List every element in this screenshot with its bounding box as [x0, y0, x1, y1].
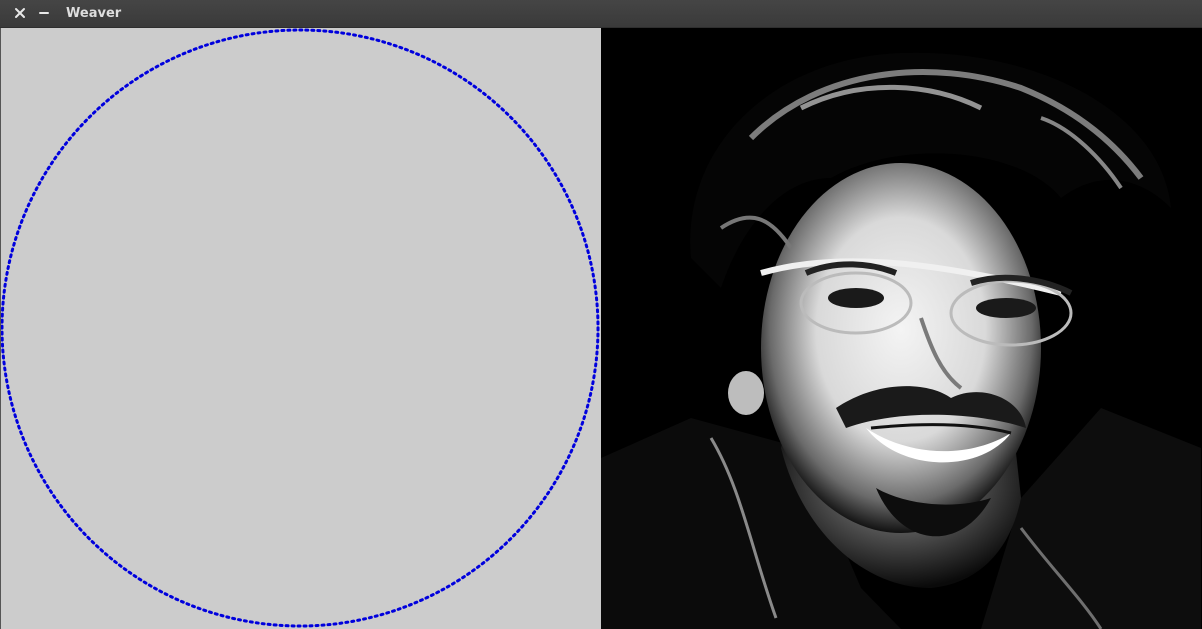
- minimize-icon[interactable]: [36, 5, 52, 21]
- title-bar[interactable]: Weaver: [0, 0, 1202, 28]
- portrait-photo: [601, 28, 1202, 629]
- circle-plot: [1, 28, 600, 628]
- weaving-canvas[interactable]: [0, 28, 601, 629]
- close-icon[interactable]: [12, 5, 28, 21]
- window-title: Weaver: [66, 6, 122, 21]
- app-window: Weaver: [0, 0, 1202, 629]
- dotted-circle: [1, 28, 600, 628]
- portrait-image: [601, 28, 1202, 629]
